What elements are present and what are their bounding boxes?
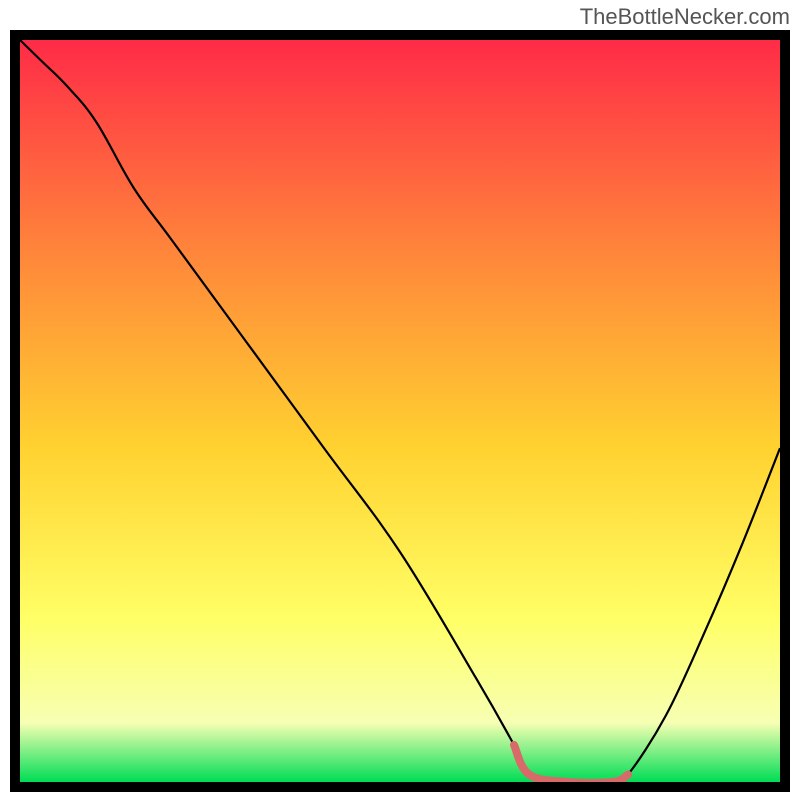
chart-frame xyxy=(10,30,790,792)
watermark-text: TheBottleNecker.com xyxy=(580,4,790,30)
bottleneck-chart xyxy=(20,40,780,782)
gradient-background xyxy=(20,40,780,782)
